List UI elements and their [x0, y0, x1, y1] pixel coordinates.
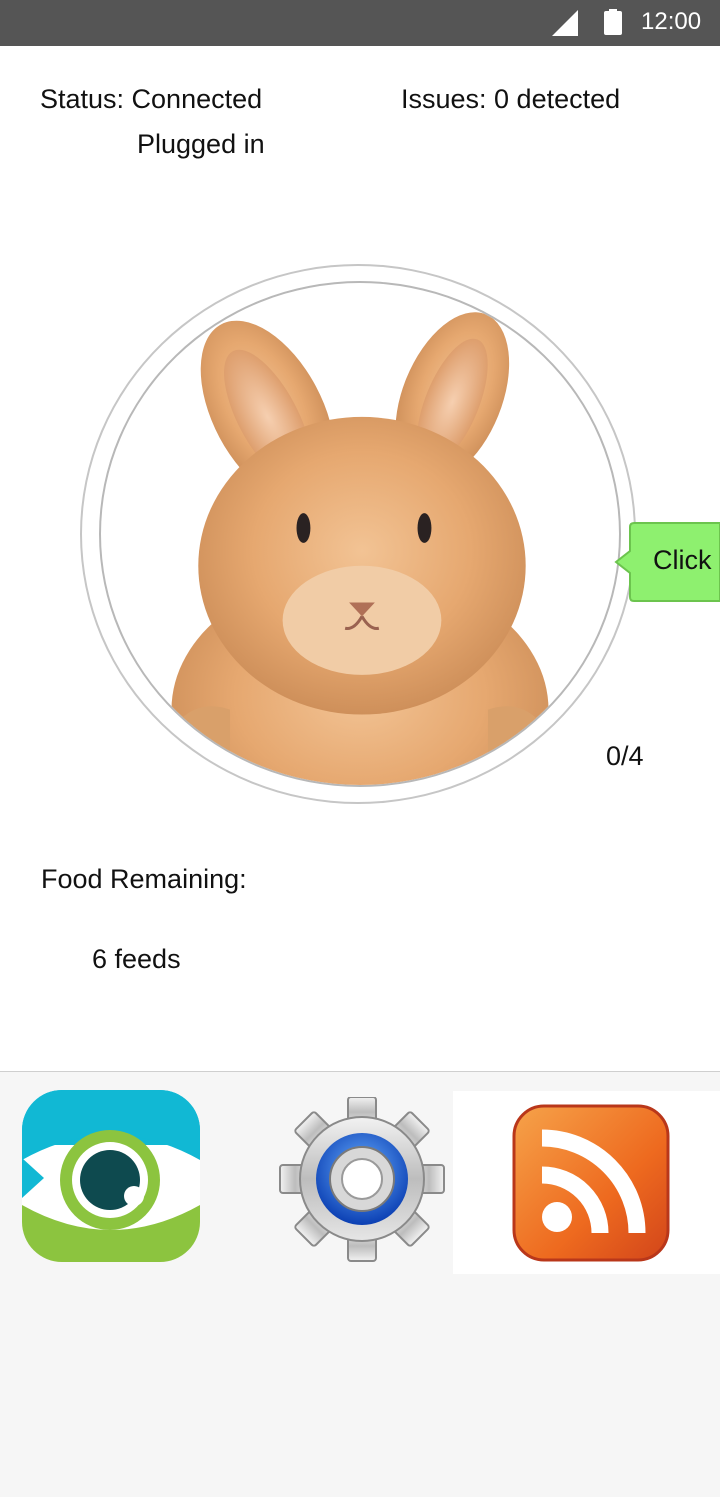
tab-feed-icon-wrap[interactable]: [511, 1103, 671, 1263]
rss-icon: [512, 1104, 670, 1262]
status-bar: 12:00: [0, 0, 720, 46]
callout-label: Click: [653, 545, 712, 575]
gear-icon: [279, 1097, 445, 1262]
issues-status: Issues: 0 detected: [401, 84, 621, 114]
battery-icon: [604, 9, 622, 35]
pet-photo-button[interactable]: [99, 281, 621, 787]
power-status: Plugged in: [137, 129, 265, 159]
eye-icon: [22, 1090, 200, 1262]
clock: 12:00: [641, 8, 702, 35]
click-callout[interactable]: Click: [614, 521, 720, 603]
signal-icon: [552, 10, 578, 36]
food-remaining-label: Food Remaining:: [41, 864, 247, 894]
food-remaining-value: 6 feeds: [92, 944, 181, 974]
rabbit-photo: [160, 312, 558, 785]
tab-settings[interactable]: [278, 1097, 446, 1262]
connection-status: Status: Connected: [40, 84, 263, 114]
feed-counter: 0/4: [606, 741, 644, 771]
tab-monitor[interactable]: [22, 1090, 200, 1262]
